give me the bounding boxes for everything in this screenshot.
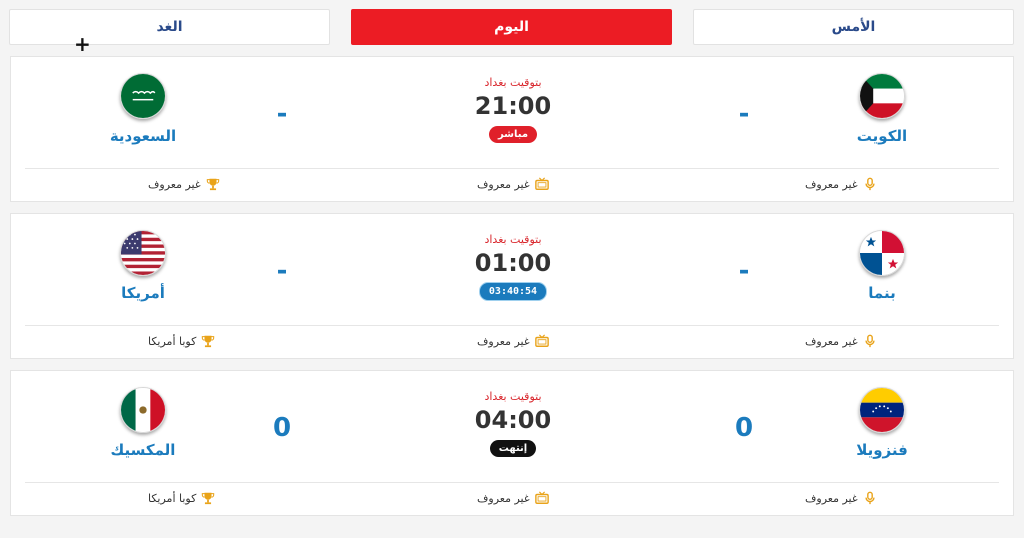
match-card[interactable]: فنزويلا 0 بتوقيت بغداد 04:00 إنتهت 0 الم…	[10, 370, 1014, 516]
commentator-text: غير معروف	[805, 334, 858, 348]
divider	[25, 482, 999, 483]
venezuela-flag-icon	[859, 387, 905, 433]
match-center: بتوقيت بغداد 21:00 مباشر	[437, 75, 589, 143]
commentator-info: غير معروف	[805, 332, 877, 350]
home-score: -	[738, 256, 750, 286]
match-center: بتوقيت بغداد 01:00 03:40:54	[437, 232, 589, 301]
league-info: غير معروف	[148, 175, 220, 193]
cursor-crosshair-icon: +	[74, 32, 91, 56]
league-text: كوبا أمريكا	[148, 334, 197, 348]
league-text: كوبا أمريكا	[148, 491, 197, 505]
home-team[interactable]: بنما	[807, 230, 957, 302]
league-info: كوبا أمريكا	[148, 332, 215, 350]
away-score: -	[276, 99, 288, 129]
channel-text: غير معروف	[477, 491, 530, 505]
home-team-name[interactable]: الكويت	[807, 127, 957, 145]
home-team[interactable]: الكويت	[807, 73, 957, 145]
tv-icon	[534, 334, 549, 348]
home-score: -	[738, 99, 750, 129]
away-score: -	[276, 256, 288, 286]
match-time: 21:00	[474, 92, 552, 120]
panama-flag-icon	[859, 230, 905, 276]
microphone-icon	[863, 334, 877, 348]
timezone-label: بتوقيت بغداد	[484, 76, 542, 89]
away-team-name[interactable]: السعودية	[68, 127, 218, 145]
match-time: 01:00	[474, 249, 552, 277]
away-team[interactable]: السعودية	[68, 73, 218, 145]
away-team[interactable]: أمريكا	[68, 230, 218, 302]
channel-info: غير معروف	[477, 332, 549, 350]
kuwait-flag-icon	[859, 73, 905, 119]
trophy-icon	[201, 491, 215, 505]
saudi-arabia-flag-icon	[120, 73, 166, 119]
league-info: كوبا أمريكا	[148, 489, 215, 507]
trophy-icon	[201, 334, 215, 348]
microphone-icon	[863, 177, 877, 191]
home-team[interactable]: فنزويلا	[807, 387, 957, 459]
mexico-flag-icon	[120, 387, 166, 433]
tv-icon	[534, 177, 549, 191]
timezone-label: بتوقيت بغداد	[484, 233, 542, 246]
match-card[interactable]: بنما - بتوقيت بغداد 01:00 03:40:54 - أمر…	[10, 213, 1014, 359]
away-team-name[interactable]: أمريكا	[68, 284, 218, 302]
countdown-badge: 03:40:54	[478, 282, 548, 301]
status-badge: مباشر	[488, 126, 538, 143]
tab-tomorrow[interactable]: الغد	[9, 9, 330, 45]
usa-flag-icon	[120, 230, 166, 276]
commentator-text: غير معروف	[805, 177, 858, 191]
home-team-name[interactable]: بنما	[807, 284, 957, 302]
commentator-text: غير معروف	[805, 491, 858, 505]
channel-info: غير معروف	[477, 489, 549, 507]
status-badge: إنتهت	[489, 440, 537, 457]
trophy-icon	[206, 177, 220, 191]
timezone-label: بتوقيت بغداد	[484, 390, 542, 403]
home-team-name[interactable]: فنزويلا	[807, 441, 957, 459]
tab-today[interactable]: اليوم	[351, 9, 672, 45]
channel-text: غير معروف	[477, 177, 530, 191]
channel-text: غير معروف	[477, 334, 530, 348]
away-team-name[interactable]: المكسيك	[68, 441, 218, 459]
commentator-info: غير معروف	[805, 175, 877, 193]
match-time: 04:00	[474, 406, 552, 434]
match-center: بتوقيت بغداد 04:00 إنتهت	[437, 389, 589, 457]
divider	[25, 325, 999, 326]
away-team[interactable]: المكسيك	[68, 387, 218, 459]
tv-icon	[534, 491, 549, 505]
tab-yesterday[interactable]: الأمس	[693, 9, 1014, 45]
home-score: 0	[734, 413, 754, 443]
divider	[25, 168, 999, 169]
league-text: غير معروف	[148, 177, 201, 191]
commentator-info: غير معروف	[805, 489, 877, 507]
channel-info: غير معروف	[477, 175, 549, 193]
microphone-icon	[863, 491, 877, 505]
match-card[interactable]: الكويت - بتوقيت بغداد 21:00 مباشر - السع…	[10, 56, 1014, 202]
away-score: 0	[272, 413, 292, 443]
